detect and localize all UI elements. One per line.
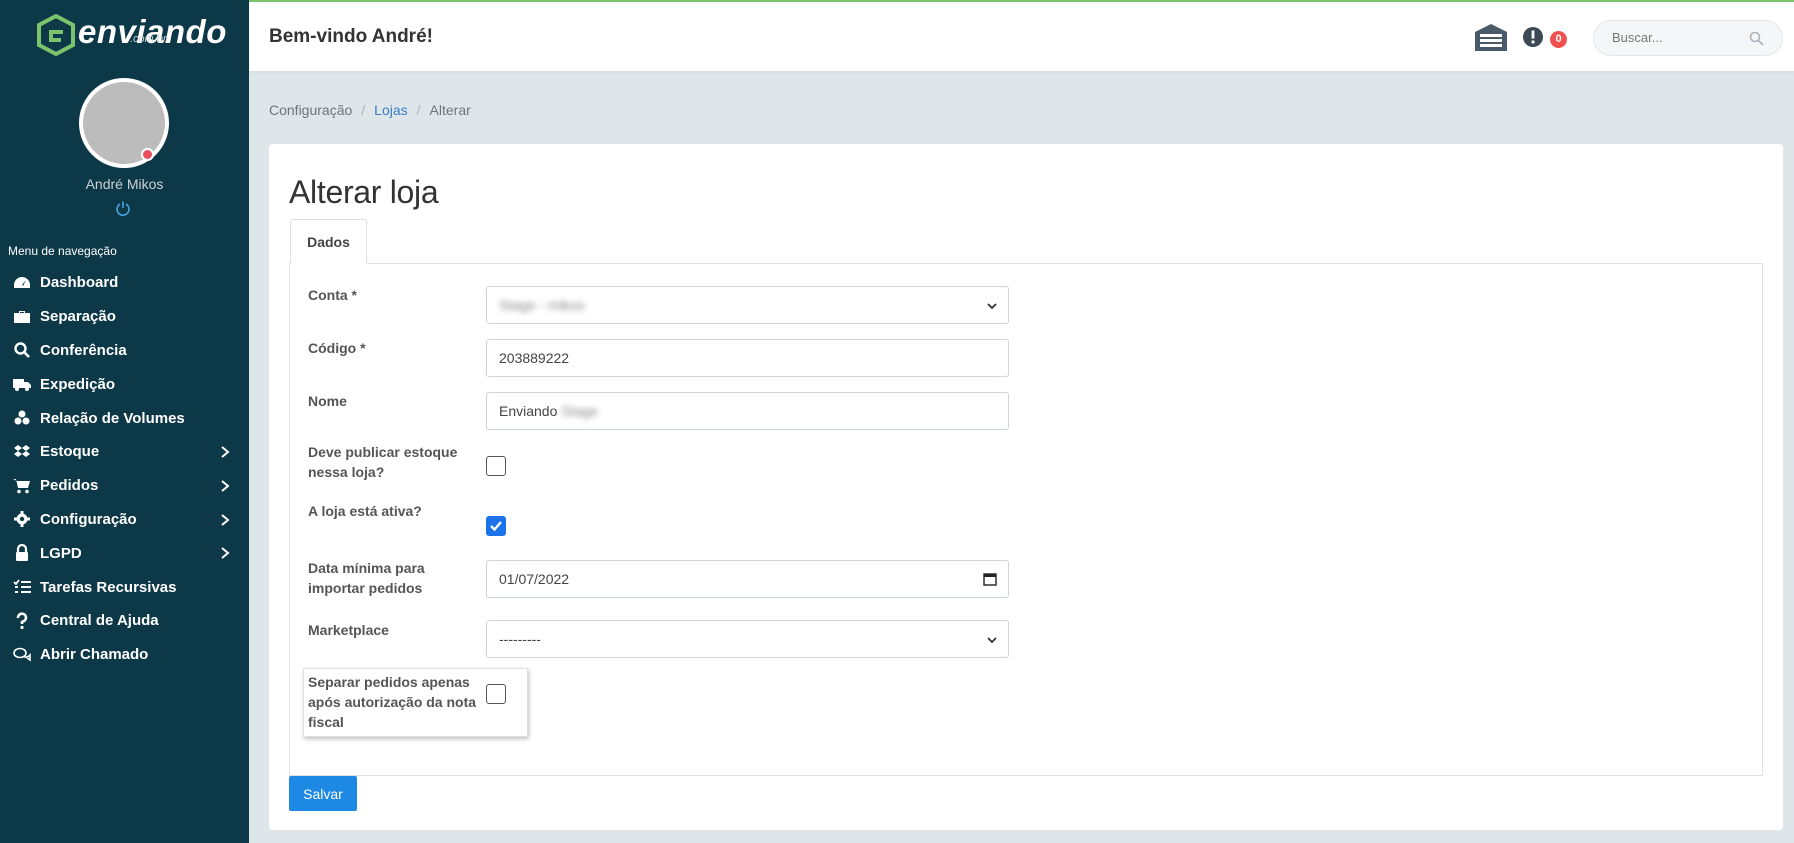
dropbox-icon — [12, 443, 32, 461]
nome-input[interactable]: Enviando Stage — [486, 392, 1009, 430]
chevron-down-icon — [987, 637, 997, 644]
data-minima-label: Data mínima para importar pedidos — [308, 560, 425, 596]
nav-item-label: Expedição — [40, 375, 116, 393]
nome-label: Nome — [308, 393, 347, 409]
nome-value-blurred: Stage — [561, 403, 598, 419]
calendar-icon[interactable] — [983, 572, 997, 586]
dashboard-icon — [12, 274, 32, 292]
chevron-right-icon — [221, 446, 230, 458]
breadcrumb-link-lojas[interactable]: Lojas — [374, 102, 407, 118]
question-icon — [12, 612, 32, 630]
publicar-label: Deve publicar estoque nessa loja? — [308, 444, 458, 480]
chevron-right-icon — [221, 547, 230, 560]
boxes-icon — [12, 409, 32, 427]
nav-item-label: Central de Ajuda — [40, 612, 159, 630]
chevron-right-icon — [221, 513, 230, 526]
save-button[interactable]: Salvar — [289, 776, 357, 811]
nav-item-configuracao[interactable]: Configuração — [0, 503, 249, 537]
nav-item-label: Pedidos — [40, 477, 99, 495]
check-icon — [490, 521, 502, 532]
breadcrumb-separator: / — [416, 102, 421, 118]
nav-item-ajuda[interactable]: Central de Ajuda — [0, 604, 249, 638]
breadcrumb-separator: / — [361, 102, 366, 118]
page-title: Alterar loja — [289, 174, 439, 210]
codigo-value: 203889222 — [499, 350, 570, 366]
nav-item-label: Dashboard — [40, 274, 119, 292]
nav-item-lgpd[interactable]: LGPD — [0, 536, 249, 570]
alert-count-badge: 0 — [1550, 31, 1567, 48]
tasks-icon — [12, 578, 32, 596]
data-minima-input[interactable]: 01/07/2022 — [486, 560, 1009, 598]
nav-item-tarefas[interactable]: Tarefas Recursivas — [0, 570, 249, 604]
nav-item-label: Tarefas Recursivas — [40, 578, 177, 596]
codigo-input[interactable]: 203889222 — [486, 339, 1009, 377]
codigo-label: Código * — [308, 340, 366, 356]
nav-item-estoque[interactable]: Estoque — [0, 435, 249, 469]
nav-menu: Dashboard Separação Conferência Expediçã… — [0, 266, 249, 672]
nav-item-dashboard[interactable]: Dashboard — [0, 266, 249, 300]
separar-checkbox[interactable] — [486, 684, 506, 704]
chevron-down-icon — [987, 303, 997, 310]
nav-item-label: Abrir Chamado — [40, 646, 149, 664]
marketplace-value: --------- — [499, 631, 541, 647]
power-icon[interactable] — [115, 200, 131, 216]
cart-icon — [12, 477, 32, 495]
search-input[interactable] — [1612, 30, 1752, 45]
alert-icon[interactable] — [1522, 26, 1544, 48]
nav-item-label: Estoque — [40, 443, 100, 461]
nav-item-label: Conferência — [40, 341, 127, 359]
nav-item-relacao-volumes[interactable]: Relação de Volumes — [0, 401, 249, 435]
separar-label: Separar pedidos apenas após autorização … — [308, 674, 477, 730]
breadcrumb-current: Alterar — [429, 102, 471, 118]
user-name: André Mikos — [85, 176, 164, 192]
nav-item-label: Separação — [40, 308, 116, 326]
data-minima-value: 01/07/2022 — [499, 571, 570, 587]
ativa-label: A loja está ativa? — [308, 503, 422, 519]
tab-dados[interactable]: Dados — [290, 219, 367, 264]
logo-icon — [37, 14, 75, 56]
status-dot — [141, 148, 154, 161]
lock-icon — [12, 544, 32, 562]
publicar-checkbox[interactable] — [486, 456, 506, 476]
welcome-text: Bem-vindo André! — [269, 26, 433, 47]
top-header: Bem-vindo André! 0 — [249, 0, 1794, 71]
gear-icon — [12, 510, 32, 528]
nav-item-expedicao[interactable]: Expedição — [0, 367, 249, 401]
briefcase-icon — [12, 308, 32, 326]
ativa-checkbox[interactable] — [486, 516, 506, 536]
chevron-right-icon — [221, 480, 230, 492]
search-box — [1593, 20, 1783, 56]
warehouse-icon[interactable] — [1474, 22, 1508, 52]
nome-value: Enviando — [499, 403, 558, 419]
nav-item-label: Configuração — [40, 510, 137, 528]
form-card: Alterar loja Dados Conta * Stage - mikos… — [269, 144, 1783, 830]
chat-icon — [12, 646, 32, 664]
nav-item-label: LGPD — [40, 544, 82, 562]
search-icon[interactable] — [1749, 31, 1764, 46]
nav-item-pedidos[interactable]: Pedidos — [0, 469, 249, 503]
search-icon — [12, 341, 32, 359]
nav-item-conferencia[interactable]: Conferência — [0, 334, 249, 368]
brand-domain: .com.br — [130, 33, 167, 45]
nav-item-label: Relação de Volumes — [40, 409, 185, 427]
conta-value: Stage - mikos — [499, 297, 585, 313]
nav-item-chamado[interactable]: Abrir Chamado — [0, 638, 249, 672]
nav-title: Menu de navegação — [8, 244, 117, 258]
truck-icon — [12, 375, 32, 393]
sidebar: enviando .com.br André Mikos Menu de nav… — [0, 0, 249, 843]
breadcrumb-root: Configuração — [269, 102, 353, 118]
nav-item-separacao[interactable]: Separação — [0, 300, 249, 334]
conta-select[interactable]: Stage - mikos — [486, 286, 1009, 324]
conta-label: Conta * — [308, 287, 357, 303]
marketplace-label: Marketplace — [308, 622, 389, 638]
marketplace-select[interactable]: --------- — [486, 620, 1009, 658]
tab-panel: Conta * Stage - mikos Código * 203889222… — [289, 263, 1763, 776]
breadcrumb: Configuração / Lojas / Alterar — [269, 102, 471, 118]
avatar[interactable] — [79, 78, 169, 168]
